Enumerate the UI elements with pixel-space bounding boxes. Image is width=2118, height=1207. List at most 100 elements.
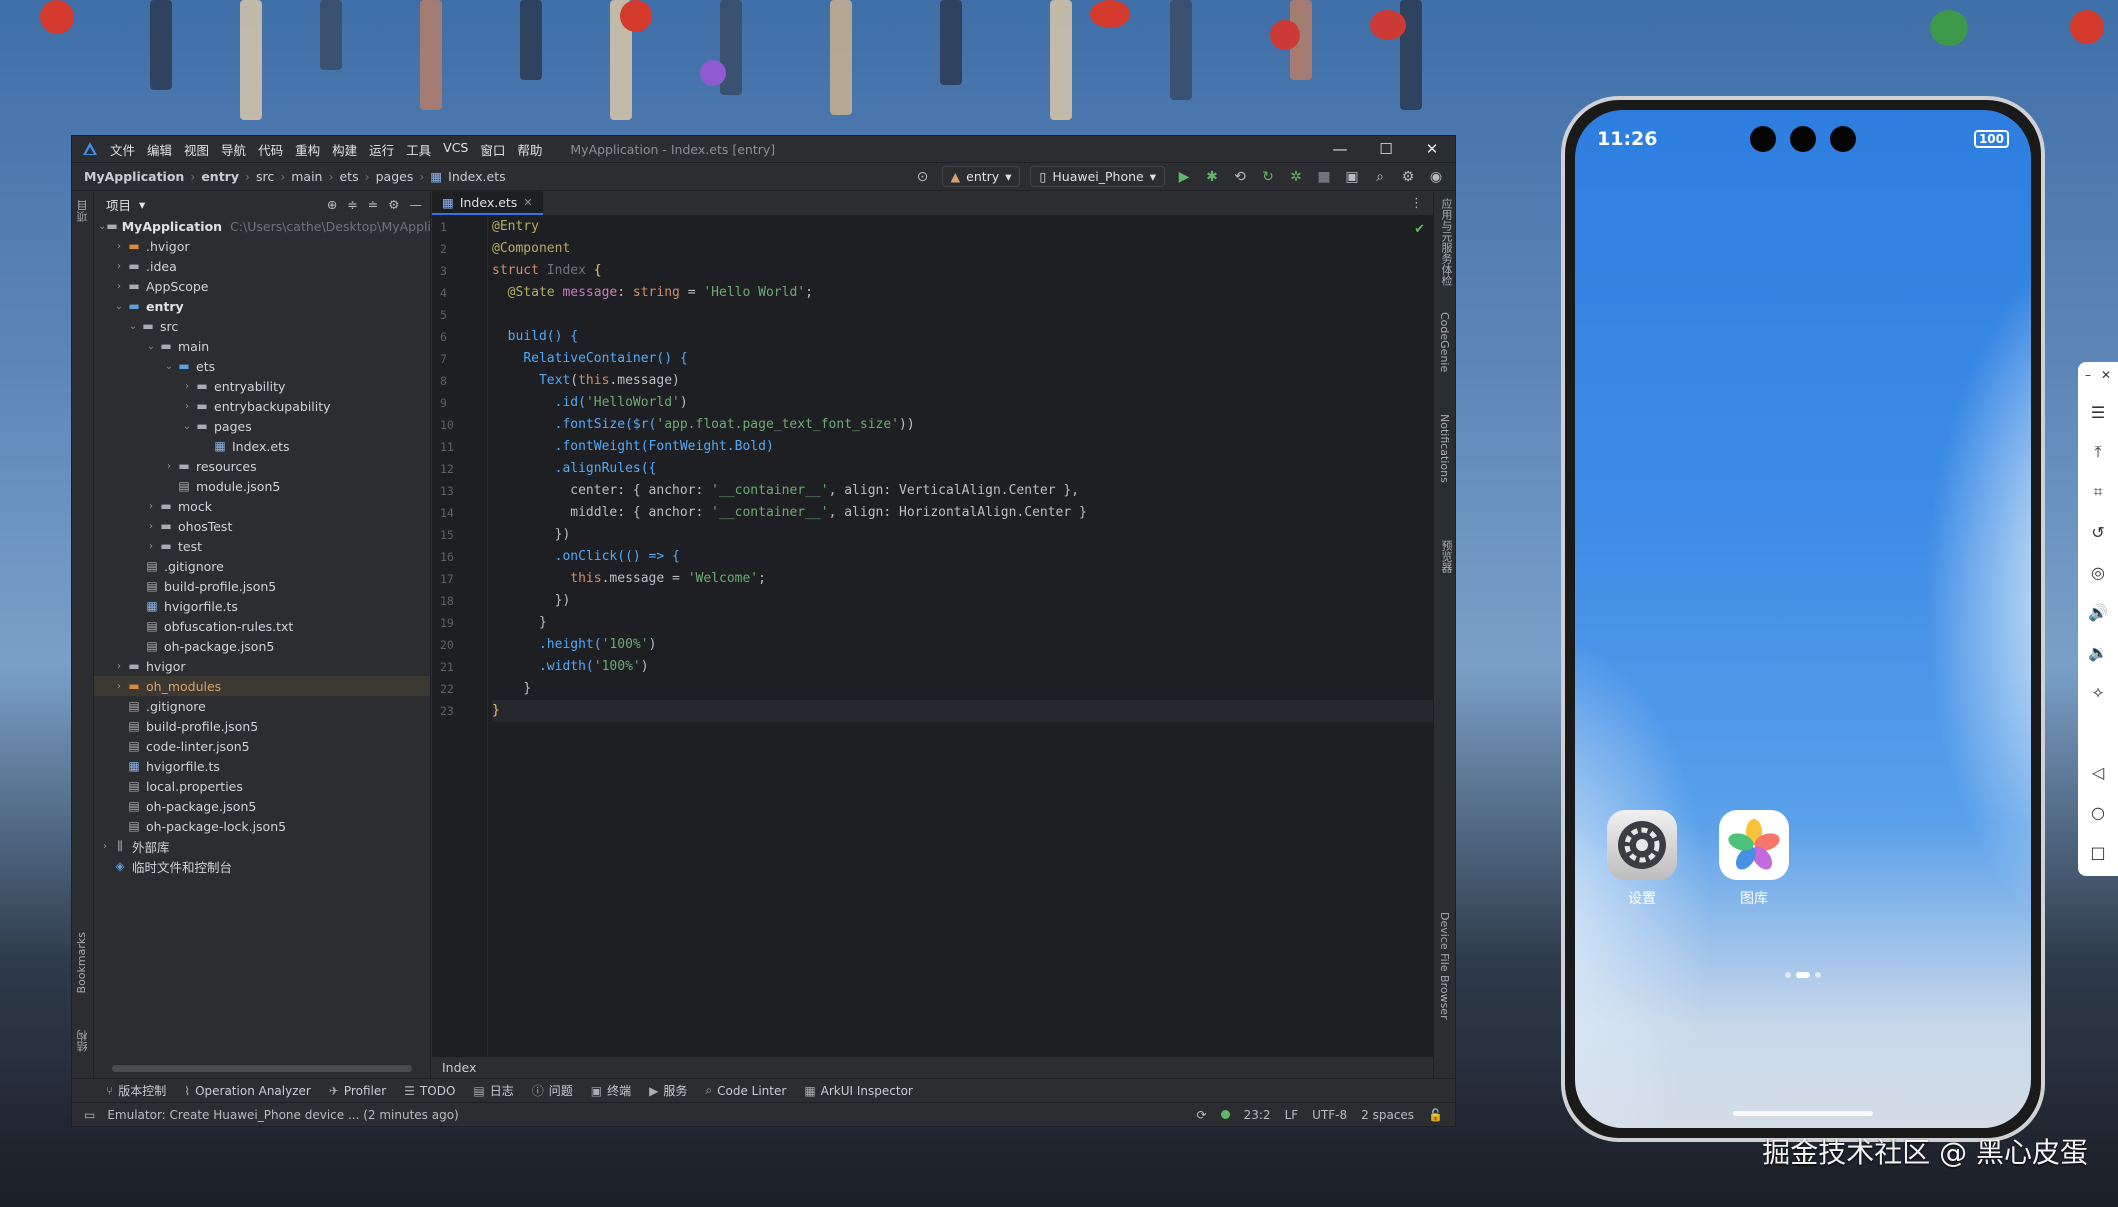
tool-services[interactable]: ▶ 服务	[649, 1082, 687, 1099]
close-icon[interactable]: ✕	[2101, 368, 2111, 382]
tree-row[interactable]: › ▬ oh_modules	[94, 676, 430, 696]
strip-notifications[interactable]: Notifications	[1438, 414, 1451, 483]
tree-row[interactable]: ⌄ ▬ main	[94, 336, 430, 356]
recents-icon[interactable]: □	[2090, 832, 2105, 872]
tree-row[interactable]: ▦ Index.ets	[94, 436, 430, 456]
indent-setting[interactable]: 2 spaces	[1361, 1108, 1414, 1122]
account-icon[interactable]: ◉	[1427, 169, 1445, 185]
crumb-src[interactable]: src	[256, 169, 274, 184]
menu-view[interactable]: 视图	[184, 140, 209, 159]
strip-project[interactable]: 项目	[75, 200, 91, 222]
tree-row[interactable]: › ▬ hvigor	[94, 656, 430, 676]
tree-row[interactable]: › ▬ entrybackupability	[94, 396, 430, 416]
tree-row[interactable]: › ⫼ 外部库	[94, 836, 430, 856]
file-encoding[interactable]: UTF-8	[1312, 1108, 1347, 1122]
tool-todo[interactable]: ☰ TODO	[404, 1084, 455, 1098]
back-icon[interactable]: ◁	[2092, 752, 2104, 792]
menu-window[interactable]: 窗口	[480, 140, 505, 159]
code-area[interactable]: 1 2 3 4 5 6 7 8 9 10 11 12 13 14 15 16 17 18 19 20 21 22 23 @E…	[432, 216, 1433, 1056]
chevron-down-icon[interactable]: ▾	[139, 197, 145, 212]
collapse-all-icon[interactable]: ≐	[368, 197, 378, 212]
tree-row[interactable]: ▤ .gitignore	[94, 556, 430, 576]
tree-row[interactable]: ◈ 临时文件和控制台	[94, 856, 430, 876]
expand-all-icon[interactable]: ≑	[347, 197, 357, 212]
tree-row[interactable]: ▤ module.json5	[94, 476, 430, 496]
tool-vcs[interactable]: ⑂ 版本控制	[106, 1082, 166, 1099]
menu-tools[interactable]: 工具	[406, 140, 431, 159]
horizontal-scrollbar[interactable]	[112, 1065, 412, 1072]
code-lines[interactable]: @Entry @Component struct Index { @State …	[492, 216, 1433, 722]
rotate-icon[interactable]: ↺	[2091, 512, 2104, 552]
tree-row[interactable]: ▤ oh-package.json5	[94, 796, 430, 816]
tree-row[interactable]: ▤ .gitignore	[94, 696, 430, 716]
tree-row[interactable]: › ▬ .hvigor	[94, 236, 430, 256]
menu-navigate[interactable]: 导航	[221, 140, 246, 159]
tab-index-ets[interactable]: ▦ Index.ets ✕	[432, 191, 543, 215]
menu-code[interactable]: 代码	[258, 140, 283, 159]
tree-row[interactable]: › ▬ .idea	[94, 256, 430, 276]
menu-file[interactable]: 文件	[110, 140, 135, 159]
run-config-selector[interactable]: ▲ entry ▾	[941, 166, 1021, 187]
tree-row[interactable]: ▤ code-linter.json5	[94, 736, 430, 756]
minimize-button[interactable]: —	[1317, 140, 1363, 158]
phone-screen[interactable]: 11:26 100 设置 图库	[1575, 110, 2031, 1128]
tree-row[interactable]: ▦ hvigorfile.ts	[94, 756, 430, 776]
project-panel-title[interactable]: 项目	[106, 195, 131, 214]
tree-row[interactable]: › ▬ entryability	[94, 376, 430, 396]
strip-app-check[interactable]: 应用与元服务体检	[1438, 198, 1454, 286]
app-settings[interactable]: 设置	[1607, 810, 1677, 908]
menu-run[interactable]: 运行	[369, 140, 394, 159]
strip-device-file-browser[interactable]: Device File Browser	[1438, 912, 1451, 1020]
gear-icon[interactable]: ⚙	[1399, 169, 1417, 185]
home-indicator[interactable]	[1733, 1111, 1873, 1116]
run-icon[interactable]: ▶	[1175, 169, 1193, 185]
target-icon[interactable]: ⊙	[914, 169, 932, 185]
locate-icon[interactable]: ⊕	[327, 197, 337, 212]
sync-icon[interactable]: ⟳	[1197, 1108, 1207, 1122]
close-tab-icon[interactable]: ✕	[523, 196, 532, 209]
menu-edit[interactable]: 编辑	[147, 140, 172, 159]
tree-row[interactable]: ⌄ ▬ ets	[94, 356, 430, 376]
device-selector[interactable]: ▯ Huawei_Phone ▾	[1030, 166, 1165, 187]
tree-row[interactable]: ▦ hvigorfile.ts	[94, 596, 430, 616]
attach-debugger-icon[interactable]: ⟲	[1231, 169, 1249, 185]
stop-icon[interactable]: ■	[1315, 169, 1333, 185]
tree-row[interactable]: ▤ build-profile.json5	[94, 716, 430, 736]
apply-changes-icon[interactable]: ↻	[1259, 169, 1277, 185]
menu-help[interactable]: 帮助	[517, 140, 542, 159]
tool-code-linter[interactable]: ⌕ Code Linter	[705, 1083, 786, 1098]
tree-row[interactable]: ▤ obfuscation-rules.txt	[94, 616, 430, 636]
tool-operation-analyzer[interactable]: ⌇ Operation Analyzer	[184, 1084, 311, 1098]
strip-previewer[interactable]: 预览器	[1438, 540, 1454, 573]
pin-top-icon[interactable]: ⤒	[2094, 432, 2101, 472]
debug-icon[interactable]: ✱	[1203, 169, 1221, 185]
shake-icon[interactable]: ⟡	[2093, 672, 2104, 712]
lock-icon[interactable]: 🔓	[1428, 1108, 1443, 1122]
crumb-file[interactable]: Index.ets	[448, 169, 506, 184]
crumb-ets[interactable]: ets	[339, 169, 358, 184]
more-options-icon[interactable]: ⋮	[1410, 196, 1433, 211]
line-separator[interactable]: LF	[1285, 1108, 1299, 1122]
strip-bookmarks[interactable]: Bookmarks	[75, 932, 88, 993]
tree-row[interactable]: › ▬ ohosTest	[94, 516, 430, 536]
menu-icon[interactable]: ☰	[2091, 392, 2105, 432]
status-message[interactable]: Emulator: Create Huawei_Phone device ...…	[107, 1108, 458, 1122]
crumb-entry[interactable]: entry	[201, 169, 239, 184]
crumb-project[interactable]: MyApplication	[84, 169, 184, 184]
volume-down-icon[interactable]: 🔉	[2088, 632, 2108, 672]
tree-row[interactable]: ⌄ ▬ entry	[94, 296, 430, 316]
crumb-main[interactable]: main	[291, 169, 322, 184]
tree-row[interactable]: › ▬ AppScope	[94, 276, 430, 296]
close-button[interactable]: ✕	[1409, 140, 1455, 158]
menu-vcs[interactable]: VCS	[443, 140, 468, 159]
gear-icon[interactable]: ⚙	[388, 197, 399, 212]
tool-terminal[interactable]: ▣ 终端	[591, 1082, 631, 1099]
strip-codegenie[interactable]: CodeGenie	[1438, 312, 1451, 372]
search-icon[interactable]: ⌕	[1371, 169, 1389, 185]
editor-footer-label[interactable]: Index	[442, 1060, 476, 1075]
tree-row[interactable]: ▤ local.properties	[94, 776, 430, 796]
minimize-icon[interactable]: –	[2085, 368, 2091, 382]
location-icon[interactable]: ◎	[2091, 552, 2105, 592]
tree-row[interactable]: › ▬ resources	[94, 456, 430, 476]
tree-row[interactable]: ▤ oh-package.json5	[94, 636, 430, 656]
